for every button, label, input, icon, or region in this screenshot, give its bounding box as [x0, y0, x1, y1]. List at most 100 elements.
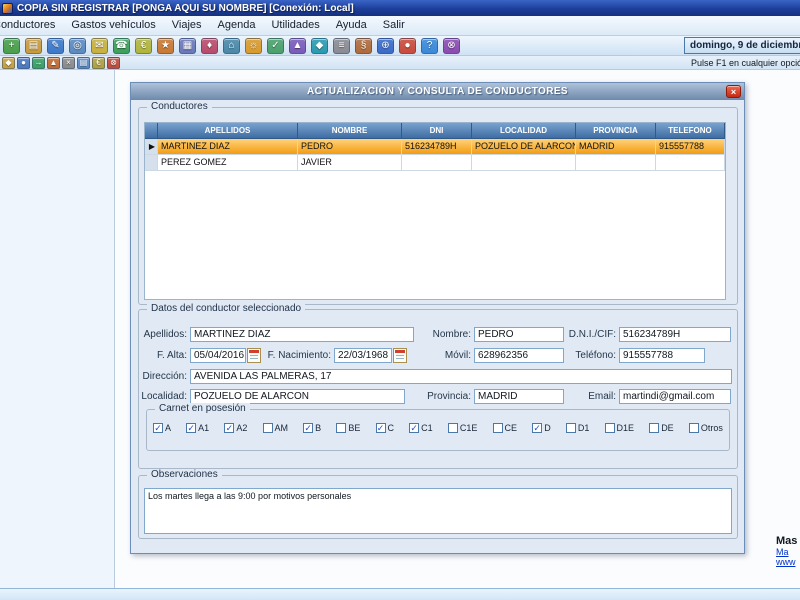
license-b[interactable]: ✓B [303, 423, 321, 433]
document-icon[interactable]: ▤ [77, 57, 90, 69]
observaciones-textarea[interactable]: Los martes llega a las 9:00 por motivos … [144, 488, 732, 534]
dialog-title-bar[interactable]: ACTUALIZACION Y CONSULTA DE CONDUCTORES [131, 83, 744, 100]
license-c1[interactable]: ✓C1 [409, 423, 433, 433]
license-c1e[interactable]: C1E [448, 423, 478, 433]
apellidos-input[interactable]: MARTINEZ DIAZ [190, 327, 414, 342]
mail-icon[interactable]: ✉ [91, 38, 108, 54]
checkbox-be-icon[interactable] [336, 423, 346, 433]
movil-input[interactable]: 628962356 [474, 348, 564, 363]
favorites-icon[interactable]: ★ [157, 38, 174, 54]
menu-item-viajes[interactable]: Viajes [164, 16, 210, 35]
money-icon[interactable]: € [92, 57, 105, 69]
checkbox-a2-icon[interactable]: ✓ [224, 423, 234, 433]
diamond-icon[interactable]: ♦ [201, 38, 218, 54]
fnacimiento-input[interactable]: 22/03/1968 [334, 348, 392, 363]
license-a1[interactable]: ✓A1 [186, 423, 209, 433]
footer-link-1[interactable]: Ma [776, 547, 800, 557]
chart-icon[interactable]: ▲ [289, 38, 306, 54]
vehicle-icon[interactable]: ◆ [2, 57, 15, 69]
carnet-group-label: Carnet en posesión [155, 403, 250, 414]
checkbox-c-icon[interactable]: ✓ [376, 423, 386, 433]
grid-column-telefono[interactable]: TELEFONO [656, 123, 725, 139]
record-icon[interactable]: ● [399, 38, 416, 54]
license-label: DE [661, 423, 674, 433]
close-app-icon[interactable]: ⊗ [107, 57, 120, 69]
license-label: CE [505, 423, 518, 433]
delete-icon[interactable]: × [62, 57, 75, 69]
conductores-grid[interactable]: APELLIDOSNOMBREDNILOCALIDADPROVINCIATELE… [144, 122, 726, 300]
checkbox-d1e-icon[interactable] [605, 423, 615, 433]
license-de[interactable]: DE [649, 423, 674, 433]
provincia-label: Provincia: [409, 391, 471, 402]
license-label: C1E [460, 423, 478, 433]
checkbox-b-icon[interactable]: ✓ [303, 423, 313, 433]
check-icon[interactable]: ✓ [267, 38, 284, 54]
menu-item-gastos-veh-culos[interactable]: Gastos vehículos [63, 16, 163, 35]
menu-item-conductores[interactable]: Conductores [0, 16, 63, 35]
checkbox-c1-icon[interactable]: ✓ [409, 423, 419, 433]
checkbox-c1e-icon[interactable] [448, 423, 458, 433]
fuel-icon[interactable]: ▲ [47, 57, 60, 69]
license-label: Otros [701, 423, 723, 433]
menu-item-ayuda[interactable]: Ayuda [328, 16, 375, 35]
menu-item-utilidades[interactable]: Utilidades [263, 16, 327, 35]
observaciones-group-label: Observaciones [147, 469, 222, 480]
euro-icon[interactable]: € [135, 38, 152, 54]
license-be[interactable]: BE [336, 423, 360, 433]
close-icon[interactable]: × [726, 85, 741, 98]
menu-item-agenda[interactable]: Agenda [210, 16, 264, 35]
license-ce[interactable]: CE [493, 423, 518, 433]
checkbox-d-icon[interactable]: ✓ [532, 423, 542, 433]
add-icon[interactable]: + [3, 38, 20, 54]
checkbox-ce-icon[interactable] [493, 423, 503, 433]
exit-icon[interactable]: ⊗ [443, 38, 460, 54]
dni-input[interactable]: 516234789H [619, 327, 731, 342]
grid-column-provincia[interactable]: PROVINCIA [576, 123, 656, 139]
folder-icon[interactable]: ▤ [25, 38, 42, 54]
table-row[interactable]: PEREZ GOMEZJAVIER [145, 155, 725, 171]
gem-icon[interactable]: ◆ [311, 38, 328, 54]
checkbox-a1-icon[interactable]: ✓ [186, 423, 196, 433]
falta-input[interactable]: 05/04/2016 [190, 348, 246, 363]
provincia-input[interactable]: MADRID [474, 389, 564, 404]
search-icon[interactable]: ◎ [69, 38, 86, 54]
grid-column-dni[interactable]: DNI [402, 123, 472, 139]
localidad-input[interactable]: POZUELO DE ALARCON [190, 389, 405, 404]
checkbox-a-icon[interactable]: ✓ [153, 423, 163, 433]
checkbox-d1-icon[interactable] [566, 423, 576, 433]
nombre-input[interactable]: PEDRO [474, 327, 564, 342]
license-a[interactable]: ✓A [153, 423, 171, 433]
telefono-input[interactable]: 915557788 [619, 348, 705, 363]
license-c[interactable]: ✓C [376, 423, 395, 433]
direccion-input[interactable]: AVENIDA LAS PALMERAS, 17 [190, 369, 732, 384]
home-icon[interactable]: ⌂ [223, 38, 240, 54]
checkbox-de-icon[interactable] [649, 423, 659, 433]
route-icon[interactable]: → [32, 57, 45, 69]
settings-icon[interactable]: § [355, 38, 372, 54]
license-am[interactable]: AM [263, 423, 289, 433]
fnacimiento-calendar-icon[interactable] [393, 348, 407, 363]
fnacimiento-label: F. Nacimiento: [259, 350, 331, 361]
menu-item-salir[interactable]: Salir [375, 16, 413, 35]
help-icon[interactable]: ? [421, 38, 438, 54]
footer-link-2[interactable]: www [776, 557, 800, 567]
license-d1[interactable]: D1 [566, 423, 590, 433]
grid-icon[interactable]: ▦ [179, 38, 196, 54]
driver-icon[interactable]: ● [17, 57, 30, 69]
grid-column-apellidos[interactable]: APELLIDOS [158, 123, 298, 139]
license-d1e[interactable]: D1E [605, 423, 635, 433]
grid-column-localidad[interactable]: LOCALIDAD [472, 123, 576, 139]
checkbox-otros-icon[interactable] [689, 423, 699, 433]
grid-column-nombre[interactable]: NOMBRE [298, 123, 402, 139]
sun-icon[interactable]: ☼ [245, 38, 262, 54]
menu-icon[interactable]: ≡ [333, 38, 350, 54]
phone-icon[interactable]: ☎ [113, 38, 130, 54]
email-input[interactable]: martindi@gmail.com [619, 389, 731, 404]
edit-icon[interactable]: ✎ [47, 38, 64, 54]
checkbox-am-icon[interactable] [263, 423, 273, 433]
table-row[interactable]: ▶MARTINEZ DIAZPEDRO516234789HPOZUELO DE … [145, 139, 725, 155]
license-d[interactable]: ✓D [532, 423, 551, 433]
license-otros[interactable]: Otros [689, 423, 723, 433]
license-a2[interactable]: ✓A2 [224, 423, 247, 433]
add-round-icon[interactable]: ⊕ [377, 38, 394, 54]
